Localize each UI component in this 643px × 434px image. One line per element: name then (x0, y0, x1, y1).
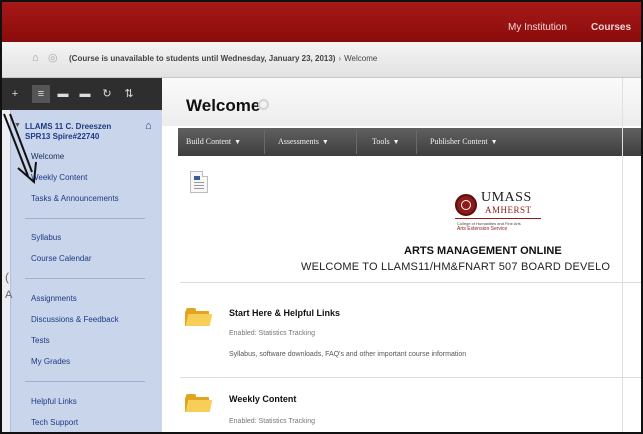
content-item-title-start-here[interactable]: Start Here & Helpful Links (229, 308, 340, 318)
content-separator (180, 377, 641, 378)
breadcrumb-notice: (Course is unavailable to students until… (69, 54, 336, 63)
action-separator (416, 130, 417, 154)
edge-artifact: ( (5, 270, 9, 284)
home-icon[interactable]: ⌂ (32, 52, 39, 64)
folder-front (185, 400, 213, 412)
chevron-down-icon: ▼ (321, 138, 329, 146)
nav-courses[interactable]: Courses (591, 22, 631, 33)
tools-button[interactable]: Tools ▼ (372, 137, 400, 146)
logo-sub: AMHERST (485, 205, 532, 215)
folder-front (185, 314, 213, 326)
document-line (194, 185, 204, 186)
tools-label: Tools (372, 137, 390, 146)
build-content-button[interactable]: Build Content ▼ (186, 137, 241, 146)
action-separator (264, 130, 265, 154)
sidebar-item-tests[interactable]: Tests (31, 336, 50, 345)
breadcrumb-current[interactable]: Welcome (344, 54, 377, 63)
hide-icon[interactable]: ▬ (76, 85, 94, 103)
logo-rule (455, 218, 541, 219)
sidebar-item-helpful-links[interactable]: Helpful Links (31, 397, 77, 406)
scroll-edge (622, 78, 623, 432)
action-separator (356, 130, 357, 154)
refresh-icon[interactable]: ◎ (48, 51, 58, 64)
folder-tab (186, 308, 196, 313)
sidebar-item-syllabus[interactable]: Syllabus (31, 233, 61, 242)
welcome-subline: WELCOME TO LLAMS11/HM&FNART 507 BOARD DE… (301, 261, 611, 273)
menu-divider (25, 381, 145, 382)
document-fold (202, 171, 208, 177)
headline: ARTS MANAGEMENT ONLINE (404, 245, 562, 257)
edit-mode-circle-icon[interactable] (258, 99, 269, 110)
build-content-label: Build Content (186, 137, 232, 146)
publisher-content-label: Publisher Content (430, 137, 488, 146)
umass-logo: UMASS AMHERST College of Humanities and … (455, 190, 545, 234)
breadcrumb-separator: › (338, 54, 342, 63)
sidebar-item-assignments[interactable]: Assignments (31, 294, 77, 303)
course-home-icon[interactable]: ⌂ (145, 120, 152, 132)
sidebar-item-discussions-feedback[interactable]: Discussions & Feedback (31, 315, 119, 324)
assessments-label: Assessments (278, 137, 319, 146)
sidebar-item-tech-support[interactable]: Tech Support (31, 418, 78, 427)
edge-artifact: A (5, 289, 13, 301)
main-content: Welcome Build Content ▼ Assessments ▼ Tool… (162, 78, 641, 432)
menu-divider (25, 278, 145, 279)
sidebar-item-my-grades[interactable]: My Grades (31, 357, 70, 366)
sort-icon[interactable]: ⇅ (120, 85, 138, 103)
breadcrumb-trail: (Course is unavailable to students until… (69, 54, 377, 63)
breadcrumb: ⌂ ◎ (Course is unavailable to students u… (2, 42, 641, 78)
page-header: Welcome (162, 78, 641, 126)
plus-icon[interactable]: + (6, 85, 24, 103)
publisher-content-button[interactable]: Publisher Content ▼ (430, 137, 498, 146)
sidebar-item-tasks-announcements[interactable]: Tasks & Announcements (31, 194, 119, 203)
action-bar: Build Content ▼ Assessments ▼ Tools ▼ Publi… (178, 128, 641, 156)
logo-service-line: Arts Extension Service (457, 226, 508, 232)
window-frame: My Institution Courses ⌂ ◎ (Course is un… (0, 0, 643, 434)
logo-name: UMASS (481, 190, 532, 205)
seal-inner (461, 200, 471, 210)
chevron-down-icon: ▼ (234, 138, 242, 146)
sidebar-toolbar: + ≡ ▬ ▬ ↻ ⇅ (2, 78, 162, 110)
refresh-icon[interactable]: ↻ (98, 85, 116, 103)
folder-view-icon[interactable]: ▬ (54, 85, 72, 103)
document-icon (190, 171, 208, 193)
folder-icon (185, 308, 213, 326)
document-line (194, 188, 204, 189)
content-item-description: Syllabus, software downloads, FAQ's and … (229, 351, 467, 358)
chevron-down-icon: ▼ (392, 138, 400, 146)
assessments-button[interactable]: Assessments ▼ (278, 137, 329, 146)
content-item-title-weekly-content[interactable]: Weekly Content (229, 394, 296, 404)
document-line (194, 182, 204, 183)
folder-icon (185, 394, 213, 412)
annotation-arrow (3, 113, 37, 185)
folder-tab (186, 394, 196, 399)
content-separator (180, 282, 641, 283)
chevron-down-icon: ▼ (490, 138, 498, 146)
list-view-icon[interactable]: ≡ (32, 85, 50, 103)
menu-divider (25, 218, 145, 219)
umass-seal-icon (455, 194, 477, 216)
content-item-meta: Enabled: Statistics Tracking (229, 418, 315, 425)
sidebar-item-course-calendar[interactable]: Course Calendar (31, 254, 91, 263)
content-item-meta: Enabled: Statistics Tracking (229, 330, 315, 337)
top-navigation-bar: My Institution Courses (2, 2, 641, 42)
document-tab (194, 176, 200, 180)
page-title: Welcome (186, 96, 261, 115)
nav-my-institution[interactable]: My Institution (508, 22, 567, 33)
